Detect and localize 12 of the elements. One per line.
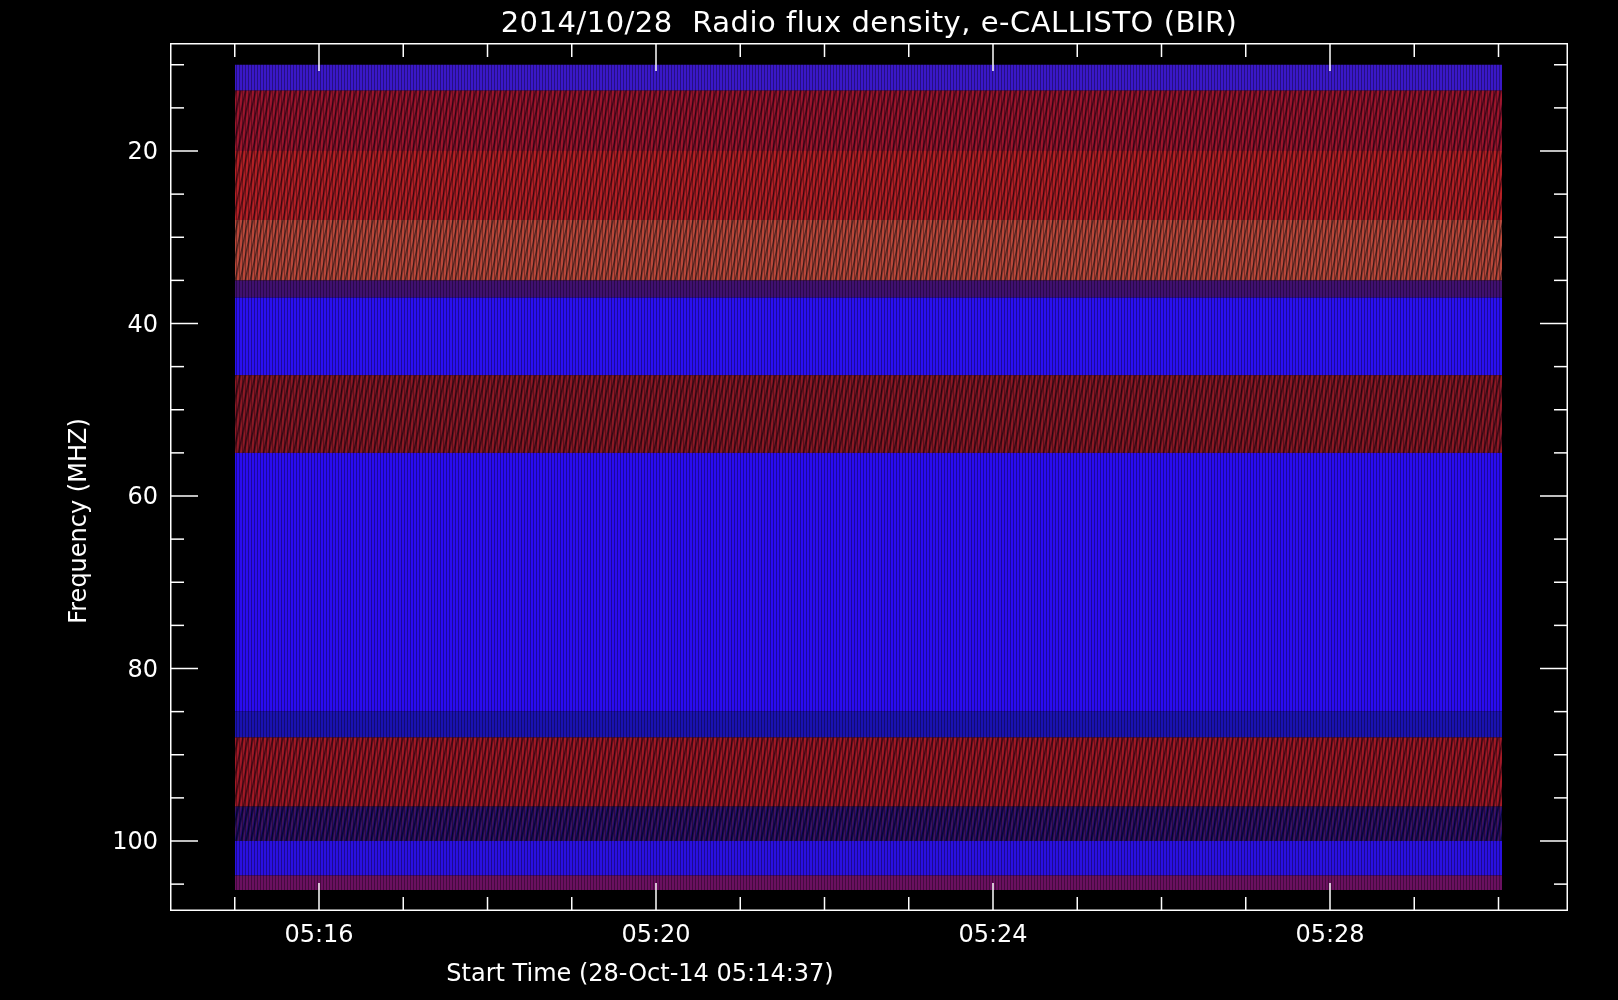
axis-tick-label: 05:20 [621, 920, 691, 948]
axis-tick-label: 05:16 [284, 920, 354, 948]
axis-title: Start Time (28-Oct-14 05:14:37) [446, 959, 834, 987]
axis-tick-label: 80 [127, 654, 158, 683]
axis-tick-label: 20 [127, 137, 158, 165]
axis-tick-label: 05:24 [958, 920, 1028, 948]
axis-title: Frequency (MHZ) [64, 418, 92, 624]
axis-tick-label: 100 [112, 827, 158, 855]
axis-tick-label: 05:28 [1295, 920, 1365, 948]
axis-tick-label: 60 [127, 482, 158, 510]
plot-title: 2014/10/28 Radio flux density, e-CALLISTO (BIR) [500, 4, 1238, 39]
axis-tick-label: 40 [127, 309, 158, 338]
